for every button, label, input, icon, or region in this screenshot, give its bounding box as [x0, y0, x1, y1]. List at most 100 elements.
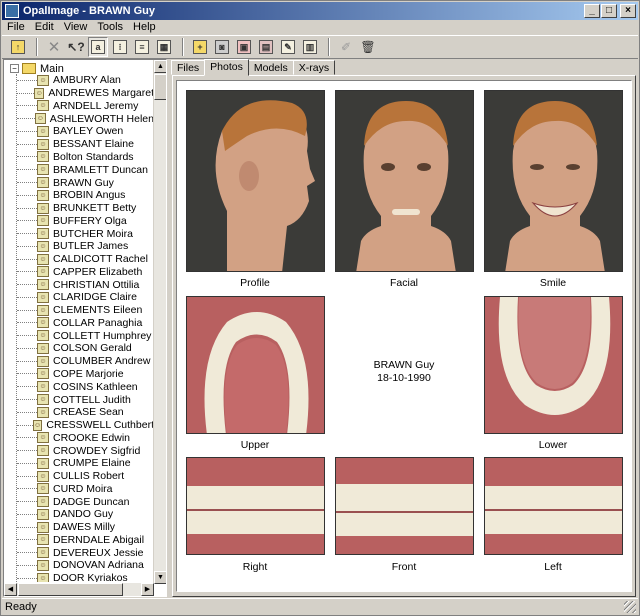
tree-item[interactable]: ☺ CHRISTIAN Ottilia — [4, 278, 154, 291]
scroll-down-arrow-icon[interactable]: ▼ — [154, 571, 166, 584]
tree-item[interactable]: ☺ CROWDEY Sigfrid — [4, 444, 154, 457]
large-icons-view-button[interactable]: a — [88, 37, 108, 57]
tree-item[interactable]: ☺ BROBIN Angus — [4, 189, 154, 202]
camera-button[interactable]: ◙ — [212, 37, 232, 57]
tree-item[interactable]: ☺ BUTCHER Moira — [4, 227, 154, 240]
clear-button[interactable]: ✐ — [336, 37, 356, 57]
scroll-up-arrow-icon[interactable]: ▲ — [154, 60, 166, 73]
close-button[interactable]: × — [620, 4, 636, 18]
tree-item[interactable]: ☺ DEVEREUX Jessie — [4, 546, 154, 559]
left-buccal-photo[interactable] — [484, 457, 623, 555]
tree-item[interactable]: ☺ CROOKE Edwin — [4, 431, 154, 444]
up-folder-button[interactable]: ↑ — [8, 37, 28, 57]
title-bar[interactable]: OpalImage - BRAWN Guy _ □ × — [2, 2, 638, 20]
list-view-button[interactable]: ≡ — [132, 37, 152, 57]
tree-item[interactable]: ☺ COLLAR Panaghia — [4, 317, 154, 330]
patient-tree[interactable]: − Main ☺ AMBURY Alan ☺ ANDREWES Margaret ☺ AR… — [3, 59, 167, 597]
tree-item[interactable]: ☺ Bolton Standards — [4, 151, 154, 164]
tree-item[interactable]: ☺ DONOVAN Adriana — [4, 559, 154, 572]
trash-button[interactable]: 🗑 — [358, 37, 378, 57]
tree-item[interactable]: ☺ CAPPER Elizabeth — [4, 265, 154, 278]
scroll-thumb[interactable] — [154, 74, 166, 100]
toolbar: ↑ ✕ ↖? a ⁝ ≡ ▦ + ◙ ▣ ▤ ✎ ▥ ✐ 🗑 — [2, 35, 638, 59]
horizontal-scroll-thumb[interactable] — [18, 583, 123, 596]
tree-item[interactable]: ☺ ANDREWES Margaret — [4, 87, 154, 100]
maximize-button[interactable]: □ — [601, 4, 617, 18]
tree-item[interactable]: ☺ COSINS Kathleen — [4, 380, 154, 393]
tree-item[interactable]: ☺ BRAMLETT Duncan — [4, 163, 154, 176]
menu-tools[interactable]: Tools — [92, 21, 128, 33]
tree-item[interactable]: ☺ COTTELL Judith — [4, 393, 154, 406]
small-icons-view-button[interactable]: ⁝ — [110, 37, 130, 57]
menu-view[interactable]: View — [59, 21, 93, 33]
tree-item[interactable]: ☺ COLSON Gerald — [4, 342, 154, 355]
tree-item[interactable]: ☺ CLARIDGE Claire — [4, 291, 154, 304]
smile-photo[interactable] — [484, 90, 623, 272]
facial-photo[interactable] — [335, 90, 474, 272]
tree-item[interactable]: ☺ BAYLEY Owen — [4, 125, 154, 138]
tree-item[interactable]: ☺ ASHLEWORTH Helen — [4, 112, 154, 125]
tab-models[interactable]: Models — [247, 60, 294, 75]
tree-item[interactable]: ☺ CALDICOTT Rachel — [4, 253, 154, 266]
eraser-icon: ✐ — [340, 40, 352, 54]
delete-button[interactable]: ✕ — [44, 37, 64, 57]
tree-item[interactable]: ☺ CURD Moira — [4, 483, 154, 496]
menu-help[interactable]: Help — [128, 21, 161, 33]
tree-item[interactable]: ☺ CREASE Sean — [4, 406, 154, 419]
tab-files[interactable]: Files — [171, 60, 206, 75]
tree-item[interactable]: ☺ DOOR Kyriakos — [4, 572, 154, 582]
tree-item[interactable]: ☺ COLUMBER Andrew — [4, 355, 154, 368]
tree-item[interactable]: ☺ BUTLER James — [4, 240, 154, 253]
tree-item[interactable]: ☺ DANDO Guy — [4, 508, 154, 521]
edit-image-button[interactable]: ✎ — [278, 37, 298, 57]
tree-items: ☺ AMBURY Alan ☺ ANDREWES Margaret ☺ ARNDELL J… — [4, 74, 154, 582]
tree-item-label: BRUNKETT Betty — [53, 202, 137, 215]
tree-item[interactable]: ☺ DAWES Milly — [4, 521, 154, 534]
upper-occlusal-photo[interactable] — [186, 296, 325, 434]
scroll-left-arrow-icon[interactable]: ◀ — [4, 583, 17, 596]
collapse-icon[interactable]: − — [10, 64, 19, 73]
import-image-button[interactable]: ▣ — [234, 37, 254, 57]
print-image-button[interactable]: ▤ — [256, 37, 276, 57]
resize-grip-icon[interactable] — [624, 601, 636, 613]
tree-item[interactable]: ☺ DADGE Duncan — [4, 495, 154, 508]
tree-branch-line — [17, 526, 37, 528]
gallery-button[interactable]: ▥ — [300, 37, 320, 57]
minimize-button[interactable]: _ — [584, 4, 600, 18]
tree-item[interactable]: ☺ AMBURY Alan — [4, 74, 154, 87]
tree-item[interactable]: ☺ DERNDALE Abigail — [4, 534, 154, 547]
tree-item[interactable]: ☺ BRAWN Guy — [4, 176, 154, 189]
profile-photo[interactable] — [186, 90, 325, 272]
menu-edit[interactable]: Edit — [30, 21, 59, 33]
tree-item[interactable]: ☺ BRUNKETT Betty — [4, 202, 154, 215]
tree-item[interactable]: ☺ BESSANT Elaine — [4, 138, 154, 151]
tree-item[interactable]: ☺ CLEMENTS Eileen — [4, 304, 154, 317]
tree-item-label: CRUMPE Elaine — [53, 457, 131, 470]
tree-item[interactable]: ☺ BUFFERY Olga — [4, 214, 154, 227]
toolbar-separator — [182, 38, 184, 56]
delete-icon: ✕ — [47, 39, 61, 56]
scroll-right-arrow-icon[interactable]: ▶ — [141, 583, 154, 596]
tree-vertical-scrollbar[interactable]: ▲ ▼ — [153, 60, 166, 584]
tree-item[interactable]: ☺ CRESSWELL Cuthbert — [4, 419, 154, 432]
tree-item[interactable]: ☺ ARNDELL Jeremy — [4, 100, 154, 113]
tree-item[interactable]: ☺ COPE Marjorie — [4, 368, 154, 381]
front-photo[interactable] — [335, 457, 474, 555]
menu-file[interactable]: File — [2, 21, 30, 33]
patient-record-icon: ☺ — [37, 470, 49, 482]
tab-x-rays[interactable]: X-rays — [292, 60, 336, 75]
new-folder-button[interactable]: + — [190, 37, 210, 57]
lower-occlusal-photo[interactable] — [484, 296, 623, 434]
patient-record-icon: ☺ — [37, 317, 49, 329]
tab-photos[interactable]: Photos — [204, 59, 249, 76]
tree-item[interactable]: ☺ COLLETT Humphrey — [4, 329, 154, 342]
tree-branch-line — [17, 501, 37, 503]
tree-item-label: CURD Moira — [53, 482, 113, 495]
right-buccal-photo[interactable] — [186, 457, 325, 555]
whats-this-button[interactable]: ↖? — [66, 37, 86, 57]
right-caption: Right — [242, 561, 268, 573]
tree-horizontal-scrollbar[interactable]: ◀ ▶ — [4, 583, 154, 596]
tree-item[interactable]: ☺ CULLIS Robert — [4, 470, 154, 483]
tree-item[interactable]: ☺ CRUMPE Elaine — [4, 457, 154, 470]
details-view-button[interactable]: ▦ — [154, 37, 174, 57]
